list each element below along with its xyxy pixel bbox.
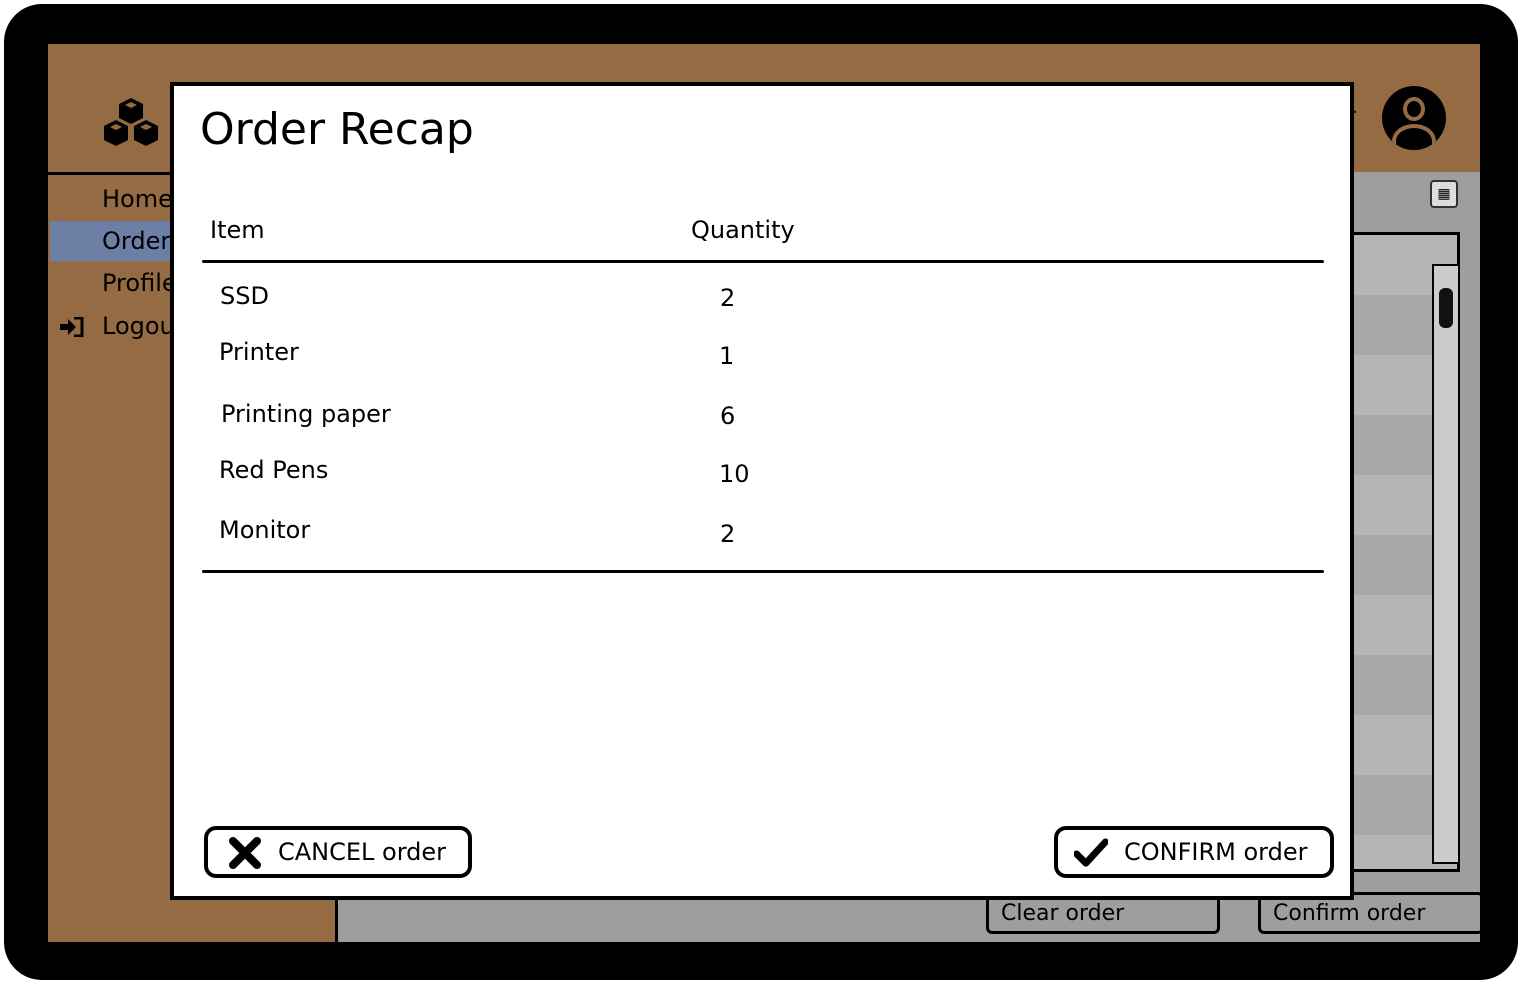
modal-title: Order Recap [200,104,474,155]
row-quantity: 2 [720,520,736,548]
row-quantity: 6 [720,402,736,430]
row-quantity: 1 [719,342,735,370]
row-quantity: 2 [720,284,736,312]
cubes-icon [104,98,158,146]
order-recap-modal: Order Recap Item Quantity SSD 2 Printer … [170,82,1354,900]
sidebar-item-label: Profile [102,269,177,297]
sign-in-icon [60,317,84,337]
cancel-order-label: CANCEL order [278,838,447,866]
clear-order-label: Clear order [1001,901,1125,926]
row-item: SSD [220,282,269,310]
row-item: Printing paper [221,400,391,428]
table-bottom-rule [202,570,1324,573]
sidebar-item-label: Home [102,185,173,213]
sidebar-item-label: Order [102,227,171,255]
table-scrollbar[interactable] [1432,264,1460,864]
scrollbar-thumb[interactable] [1439,288,1453,328]
confirm-order-label: Confirm order [1273,901,1426,926]
row-item: Red Pens [219,456,329,484]
column-header-item: Item [210,216,265,244]
row-item: Printer [219,338,299,366]
avatar-head [1403,97,1425,121]
checkmark-icon [1074,838,1108,867]
column-header-quantity: Quantity [691,216,795,244]
cancel-order-button[interactable]: CANCEL order [204,826,472,878]
calendar-icon[interactable]: ▦ [1430,180,1458,208]
avatar-body [1392,124,1436,150]
row-item: Monitor [219,516,311,544]
row-quantity: 10 [719,460,750,488]
confirm-order-label: CONFIRM order [1124,838,1308,866]
confirm-order-button[interactable]: CONFIRM order [1054,826,1334,878]
user-avatar-icon[interactable] [1382,86,1446,150]
x-icon [229,837,261,869]
table-top-rule [202,260,1324,263]
